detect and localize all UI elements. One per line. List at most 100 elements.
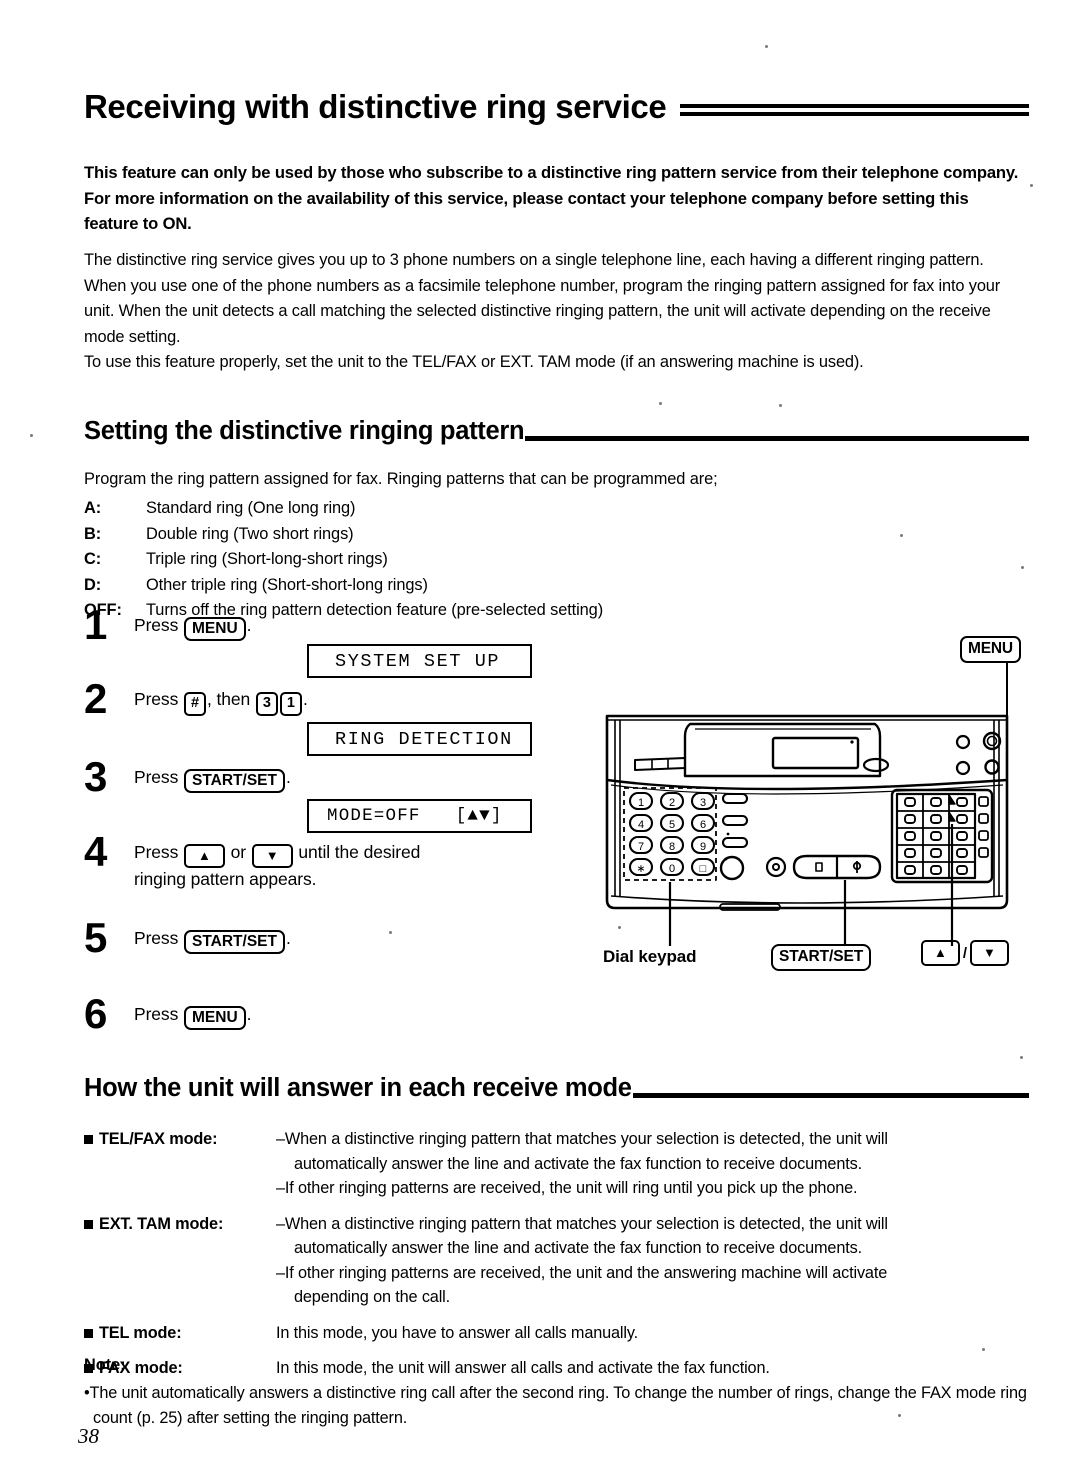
pattern-key: C: <box>84 550 102 568</box>
receive-mode-line: In this mode, the unit will answer all c… <box>276 1359 770 1377</box>
fax-small-round-button-dot <box>772 863 780 871</box>
scan-speck <box>1030 184 1033 187</box>
lcd-text: SYSTEM SET UP <box>335 650 501 672</box>
svg-text:2: 2 <box>669 797 675 809</box>
menu-callout-label: MENU <box>960 636 1021 663</box>
step-mid: , then <box>207 689 251 709</box>
scan-speck <box>765 45 768 48</box>
scan-speck <box>389 931 392 934</box>
step-5: 5 Press START/SET. <box>84 917 554 1001</box>
step-4: 4 Press ▲ or ▼ until the desired ringing… <box>84 831 554 925</box>
note-heading: Note: <box>84 1356 126 1374</box>
up-arrow-icon: ▲ <box>921 940 960 966</box>
fax-small-round-button <box>765 856 787 878</box>
pattern-description: Other triple ring (Short-short-long ring… <box>146 575 428 594</box>
figure-label-start-set: START/SET <box>771 944 872 971</box>
scan-speck <box>618 926 621 929</box>
fax-down-arrow-key-marker <box>948 811 956 822</box>
step-text: Press ▲ or ▼ until the desired ringing p… <box>134 839 554 891</box>
down-arrow-icon[interactable]: ▼ <box>251 844 293 868</box>
start-set-button-keycap[interactable]: START/SET <box>184 930 285 954</box>
pattern-description: Triple ring (Short-long-short rings) <box>146 550 388 568</box>
menu-button-keycap[interactable]: MENU <box>184 1006 246 1030</box>
svg-text:6: 6 <box>700 819 706 831</box>
scan-speck <box>982 1348 985 1351</box>
menu-button-keycap[interactable]: MENU <box>184 617 246 641</box>
receive-mode-line: –When a distinctive ringing pattern that… <box>276 1130 888 1148</box>
receive-mode-label: TEL mode: <box>99 1323 182 1342</box>
pattern-item: B: Double ring (Two short rings) <box>84 522 784 548</box>
svg-text:8: 8 <box>669 841 675 853</box>
receive-mode-line: automatically answer the line and activa… <box>294 1239 862 1257</box>
down-arrow-icon: ▼ <box>969 940 1009 966</box>
pattern-key: A: <box>84 499 102 517</box>
step-6: 6 Press MENU. <box>84 993 554 1051</box>
svg-text:4: 4 <box>638 819 644 831</box>
receive-mode-line: –When a distinctive ringing pattern that… <box>276 1214 888 1233</box>
receive-mode-label: EXT. TAM mode: <box>99 1214 224 1233</box>
receive-mode-line: –If other ringing patterns are received,… <box>276 1179 858 1197</box>
up-arrow-icon[interactable]: ▲ <box>184 844 225 868</box>
step-text: Press START/SET. <box>134 764 554 793</box>
scan-speck <box>779 404 782 407</box>
pattern-key: D: <box>84 575 102 594</box>
step-number: 5 <box>84 914 108 961</box>
intro-notice: This feature can only be used by those w… <box>84 163 1019 233</box>
receive-mode-label-wrap: EXT. TAM mode: <box>84 1212 276 1310</box>
receive-mode-body: In this mode, the unit will answer all c… <box>276 1356 1032 1381</box>
pattern-item: D: Other triple ring (Short-short-long r… <box>84 573 784 599</box>
digit-3-keycap[interactable]: 3 <box>255 692 278 716</box>
receive-mode-line: In this mode, you have to answer all cal… <box>276 1323 639 1342</box>
step-text: Press #, then 31. <box>134 686 554 716</box>
fax-function-pill-buttons <box>721 792 749 849</box>
lcd-display-mode-off: MODE=OFF [▲▼] <box>307 799 532 833</box>
step-verb: Press <box>134 928 179 948</box>
svg-text:1: 1 <box>638 797 644 809</box>
section-heading-setting-row: Setting the distinctive ringing pattern <box>84 418 1029 445</box>
section-heading-setting: Setting the distinctive ringing pattern <box>84 417 525 445</box>
receive-mode-line: depending on the call. <box>294 1288 451 1306</box>
receive-mode-body: –When a distinctive ringing pattern that… <box>276 1212 1032 1310</box>
pattern-description: Standard ring (One long ring) <box>146 499 356 517</box>
step-punct: . <box>285 928 291 948</box>
step-number: 3 <box>84 753 108 800</box>
intro-paragraphs: The distinctive ring service gives you u… <box>84 248 1032 376</box>
lcd-text: MODE=OFF [▲▼] <box>327 806 503 826</box>
receive-mode-row: EXT. TAM mode: –When a distinctive ringi… <box>84 1212 1032 1310</box>
lcd-display-ring-detection: RING DETECTION <box>307 722 532 756</box>
receive-mode-line: automatically answer the line and activa… <box>294 1154 862 1173</box>
hash-key-keycap[interactable]: # <box>184 692 206 716</box>
step-number: 2 <box>84 675 108 722</box>
fax-indicator-lamp-2 <box>955 760 971 776</box>
step-punct: . <box>302 689 308 709</box>
bullet-square-icon <box>84 1328 93 1338</box>
receive-mode-label: TEL/FAX mode: <box>99 1130 218 1148</box>
step-number: 4 <box>84 828 108 875</box>
figure-label-dial-keypad: Dial keypad <box>603 947 697 966</box>
fax-machine-illustration: 1 2 3 4 5 6 7 8 9 ∗ 0 □ <box>545 628 1045 968</box>
pattern-list: A: Standard ring (One long ring) B: Doub… <box>84 496 784 624</box>
intro-paragraph: When you use one of the phone numbers as… <box>84 276 1001 346</box>
start-set-button-keycap[interactable]: START/SET <box>184 769 285 793</box>
pattern-intro-text: Program the ring pattern assigned for fa… <box>84 470 718 488</box>
scan-speck <box>1020 1056 1023 1059</box>
fax-body-outline <box>605 714 1009 910</box>
scan-speck <box>1021 566 1024 569</box>
step-text: Press MENU. <box>134 612 554 641</box>
step-mid: or <box>230 842 247 862</box>
intro-paragraph: The distinctive ring service gives you u… <box>84 251 984 269</box>
bullet-square-icon <box>84 1135 93 1144</box>
scan-speck <box>30 434 33 437</box>
step-text: Press MENU. <box>134 1001 554 1030</box>
figure-label-arrow-keys: ▲ / ▼ <box>920 940 1010 966</box>
step-verb: Press <box>134 767 179 787</box>
intro-paragraph: To use this feature properly, set the un… <box>84 353 864 371</box>
digit-1-keycap[interactable]: 1 <box>279 692 302 716</box>
fax-start-icon <box>852 861 862 873</box>
svg-text:7: 7 <box>638 841 644 853</box>
scan-speck <box>900 534 903 537</box>
step-verb: Press <box>134 842 179 862</box>
section-rule <box>525 435 1029 441</box>
receive-mode-row: TEL mode: In this mode, you have to answ… <box>84 1321 1032 1346</box>
